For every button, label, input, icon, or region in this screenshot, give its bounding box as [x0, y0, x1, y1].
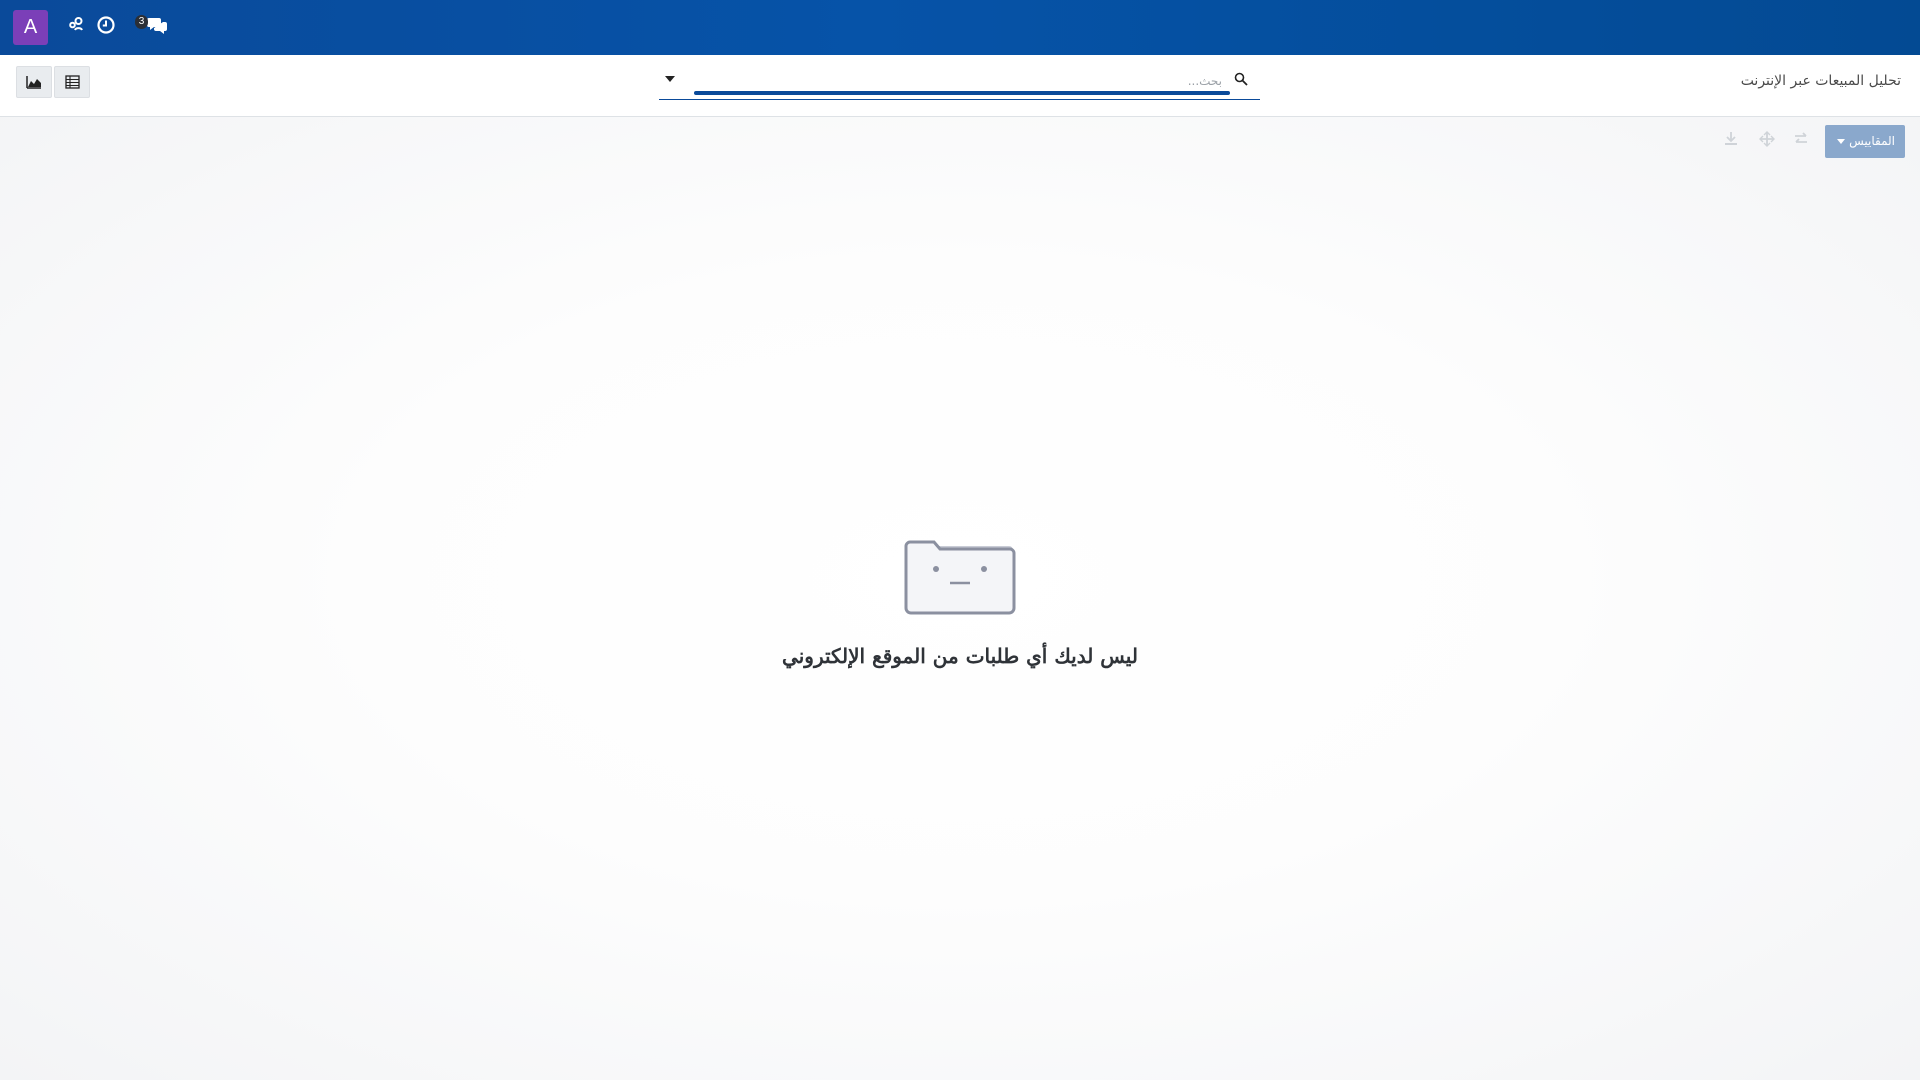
- top-navbar: A 3: [0, 0, 1920, 55]
- graph-view-icon: [26, 76, 41, 89]
- chat-icon[interactable]: [146, 15, 170, 39]
- search-options-dropdown[interactable]: [665, 76, 675, 82]
- user-avatar[interactable]: A: [13, 10, 48, 45]
- people-icon[interactable]: [67, 15, 91, 39]
- graph-view-button[interactable]: [16, 66, 52, 98]
- sad-folder-icon: [902, 532, 1018, 616]
- expand-all-icon[interactable]: [1759, 131, 1779, 151]
- empty-state: ليس لديك أي طلبات من الموقع الإلكتروني: [0, 532, 1920, 668]
- page-title: تحليل المبيعات عبر الإنترنت: [1740, 73, 1901, 89]
- search-icon: [1234, 71, 1250, 87]
- measures-label: المقاييس: [1849, 134, 1895, 148]
- download-icon[interactable]: [1723, 131, 1743, 151]
- search-loading-bar: [694, 91, 1230, 95]
- control-panel: تحليل المبيعات عبر الإنترنت: [0, 55, 1920, 117]
- search-bar: [659, 67, 1260, 100]
- empty-state-title: ليس لديك أي طلبات من الموقع الإلكتروني: [782, 644, 1138, 668]
- pivot-view-button[interactable]: [54, 66, 90, 98]
- messages-badge: 3: [135, 15, 148, 29]
- clock-icon[interactable]: [96, 15, 120, 39]
- measures-dropdown-button[interactable]: المقاييس: [1825, 125, 1905, 158]
- pivot-view-icon: [64, 75, 80, 89]
- main-content: المقاييس ليس لديك أي طلبات من الموقع الإ…: [0, 117, 1920, 1080]
- swap-axis-icon[interactable]: [1793, 131, 1813, 151]
- chevron-down-icon: [1837, 139, 1845, 144]
- search-input[interactable]: [699, 71, 1224, 91]
